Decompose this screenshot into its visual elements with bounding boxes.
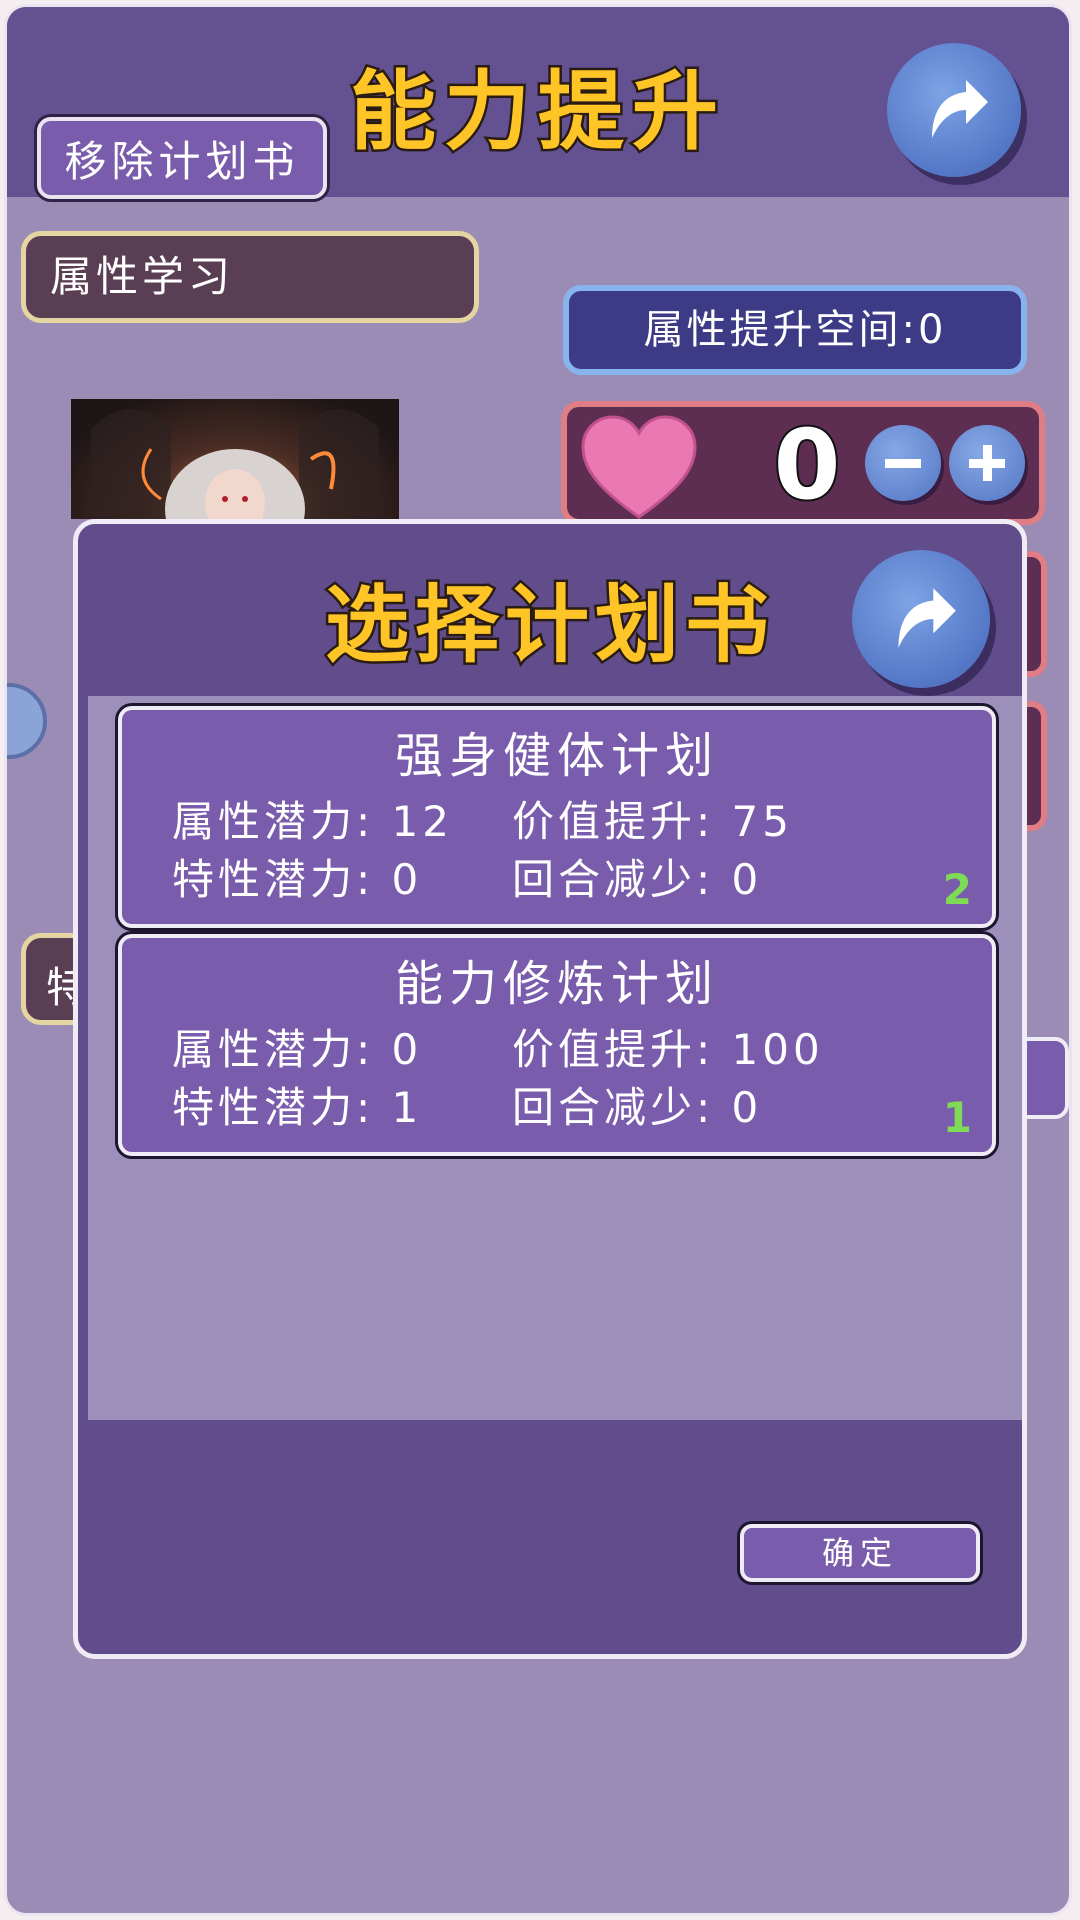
plan-select-dialog: 选择计划书 强身健体计划 属性潜力: 12 价值提升: 75 特性潜力: 0 回… bbox=[73, 519, 1027, 1659]
attribute-learning-header: 属性学习 bbox=[21, 231, 479, 323]
back-button[interactable] bbox=[887, 43, 1021, 177]
plan-name: 能力修炼计划 bbox=[394, 956, 719, 1012]
turn-reduction: 回合减少: 0 bbox=[512, 855, 763, 904]
attribute-space-label: 属性提升空间:0 bbox=[563, 285, 1027, 375]
turn-reduction: 回合减少: 0 bbox=[512, 1083, 763, 1132]
attribute-potential: 属性潜力: 0 bbox=[172, 1025, 423, 1074]
back-arrow-icon bbox=[932, 80, 988, 138]
plan-list: 强身健体计划 属性潜力: 12 价值提升: 75 特性潜力: 0 回合减少: 0… bbox=[88, 696, 1022, 1420]
plus-icon bbox=[969, 445, 1005, 481]
value-increase: 价值提升: 75 bbox=[512, 797, 793, 846]
trait-potential: 特性潜力: 1 bbox=[172, 1083, 423, 1132]
back-arrow-icon bbox=[898, 588, 956, 648]
minus-button[interactable] bbox=[865, 425, 941, 501]
value-increase: 价值提升: 100 bbox=[512, 1025, 824, 1074]
plan-card[interactable]: 能力修炼计划 属性潜力: 0 价值提升: 100 特性潜力: 1 回合减少: 0… bbox=[118, 934, 996, 1156]
remove-plan-label: 移除计划书 bbox=[64, 136, 300, 186]
plan-name: 强身健体计划 bbox=[394, 728, 719, 784]
confirm-button[interactable]: 确定 bbox=[740, 1524, 980, 1582]
plus-button[interactable] bbox=[949, 425, 1025, 501]
attribute-potential: 属性潜力: 12 bbox=[172, 797, 453, 846]
dialog-back-button[interactable] bbox=[852, 550, 990, 688]
heart-value: 0 bbox=[772, 407, 843, 523]
trait-potential: 特性潜力: 0 bbox=[172, 855, 423, 904]
plan-card[interactable]: 强身健体计划 属性潜力: 12 价值提升: 75 特性潜力: 0 回合减少: 0… bbox=[118, 706, 996, 928]
heart-icon bbox=[581, 415, 697, 519]
minus-icon bbox=[885, 459, 921, 468]
heart-panel: 0 bbox=[561, 401, 1045, 525]
plan-count: 2 bbox=[942, 865, 972, 914]
portrait-art bbox=[91, 409, 379, 519]
game-screen: 能力提升 移除计划书 属性学习 属性提升空间:0 0 特 选择计划书 强身健体计… bbox=[4, 4, 1072, 1916]
character-portrait bbox=[71, 399, 399, 519]
remove-plan-button[interactable]: 移除计划书 bbox=[37, 117, 327, 199]
side-circle bbox=[7, 683, 47, 759]
plan-count: 1 bbox=[942, 1093, 972, 1142]
